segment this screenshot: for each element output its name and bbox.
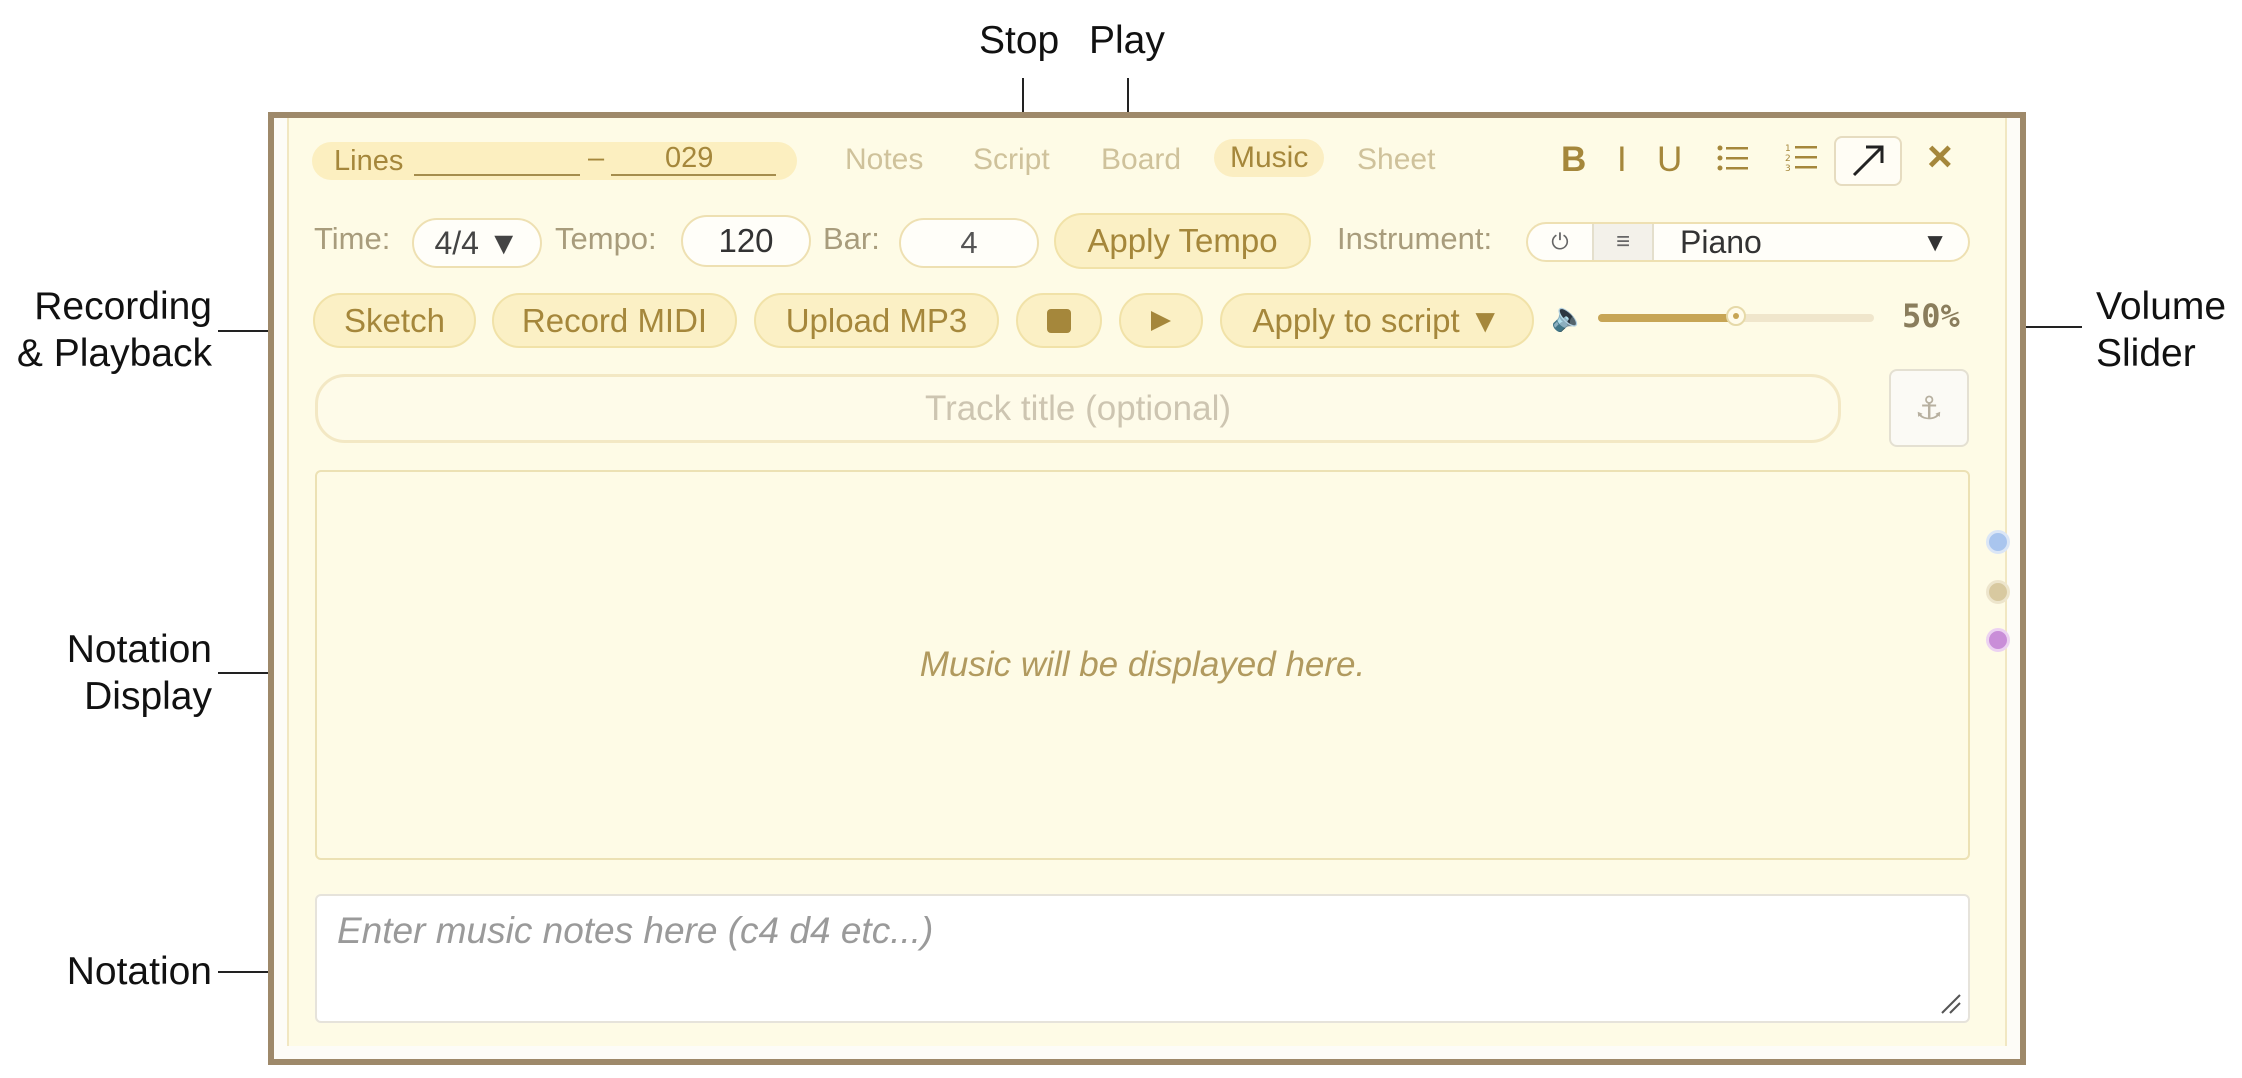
annotation-stop: Stop: [979, 19, 1060, 62]
purple-dot[interactable]: [1986, 628, 2010, 652]
annotation-notation-display: Notation Display: [0, 626, 212, 720]
sketch-button[interactable]: Sketch: [313, 293, 476, 348]
bold-button[interactable]: B: [1561, 140, 1586, 180]
upload-mp3-button[interactable]: Upload MP3: [754, 293, 999, 348]
expand-arrow-icon: [1852, 145, 1884, 177]
instrument-value: Piano: [1680, 223, 1762, 260]
annotation-play: Play: [1089, 19, 1165, 62]
annotation-recording-line2: & Playback: [16, 332, 212, 375]
stop-button[interactable]: [1016, 293, 1102, 348]
stop-icon: [1047, 308, 1071, 333]
expand-button[interactable]: [1834, 136, 1902, 186]
numbered-list-icon[interactable]: 1 2 3: [1785, 142, 1819, 177]
instrument-dropdown-icon[interactable]: ▼: [1922, 227, 1948, 258]
apply-to-script-button[interactable]: Apply to script ▼: [1220, 293, 1534, 348]
notation-display-placeholder: Music will be displayed here.: [919, 645, 1366, 684]
volume-icon: 🔈: [1551, 301, 1586, 332]
instrument-label: Instrument:: [1337, 221, 1493, 256]
close-button[interactable]: ×: [1927, 132, 1953, 182]
annotation-volume-line2: Slider: [2096, 332, 2196, 375]
annotation-volume-line1: Volume: [2096, 285, 2227, 328]
time-signature-select[interactable]: 4/4 ▼: [412, 218, 542, 268]
time-label: Time:: [314, 221, 391, 256]
notes-placeholder: Enter music notes here (c4 d4 etc...): [337, 910, 934, 951]
volume-slider-fill: [1598, 314, 1736, 322]
tempo-label: Tempo:: [555, 221, 657, 256]
tab-script[interactable]: Script: [973, 143, 1050, 177]
apply-tempo-button[interactable]: Apply Tempo: [1054, 213, 1311, 269]
notes-textarea[interactable]: Enter music notes here (c4 d4 etc...): [315, 894, 1970, 1023]
record-midi-button[interactable]: Record MIDI: [492, 293, 737, 348]
bulleted-list-icon[interactable]: [1716, 144, 1750, 177]
play-button[interactable]: [1119, 293, 1203, 348]
annotation-recording-line1: Recording: [34, 285, 212, 328]
annotation-volume: Volume Slider: [2096, 283, 2226, 377]
instrument-power-icon[interactable]: ⏻: [1528, 229, 1592, 255]
tan-dot[interactable]: [1986, 580, 2010, 604]
play-icon: [1151, 310, 1171, 331]
bar-input[interactable]: 4: [899, 218, 1039, 268]
instrument-select[interactable]: ⏻ ≡ Piano ▼: [1526, 222, 1970, 262]
tab-notes[interactable]: Notes: [845, 143, 923, 177]
volume-slider[interactable]: [1598, 306, 1874, 326]
volume-percent: 50%: [1902, 297, 1960, 335]
anchor-icon: ⚓: [1914, 390, 1944, 426]
anchor-button[interactable]: ⚓: [1889, 369, 1969, 447]
lines-end-value: 029: [665, 142, 714, 174]
annotation-notation-display-line2: Display: [84, 675, 212, 718]
annotation-notation: Notation: [66, 950, 212, 993]
svg-text:1: 1: [1785, 144, 1791, 154]
annotation-recording: Recording & Playback: [0, 283, 212, 377]
lines-start-field[interactable]: [414, 174, 580, 176]
tab-sheet[interactable]: Sheet: [1357, 143, 1435, 177]
lines-label: Lines: [334, 144, 404, 177]
resize-handle-icon[interactable]: [1940, 993, 1962, 1015]
svg-text:2: 2: [1785, 154, 1791, 164]
bar-label: Bar:: [823, 221, 880, 256]
lines-separator: –: [588, 142, 605, 174]
svg-text:3: 3: [1785, 164, 1791, 172]
track-title-input[interactable]: Track title (optional): [315, 374, 1841, 443]
tab-music[interactable]: Music: [1214, 139, 1325, 177]
tempo-input[interactable]: 120: [681, 215, 811, 267]
blue-dot[interactable]: [1986, 530, 2010, 554]
annotation-notation-display-line1: Notation: [66, 628, 212, 671]
instrument-menu-icon[interactable]: ≡: [1592, 224, 1654, 260]
tab-board[interactable]: Board: [1101, 143, 1181, 177]
italic-button[interactable]: I: [1617, 140, 1627, 180]
notation-display: Music will be displayed here.: [315, 470, 1970, 860]
underline-button[interactable]: U: [1657, 140, 1682, 180]
volume-slider-thumb[interactable]: [1726, 306, 1746, 326]
